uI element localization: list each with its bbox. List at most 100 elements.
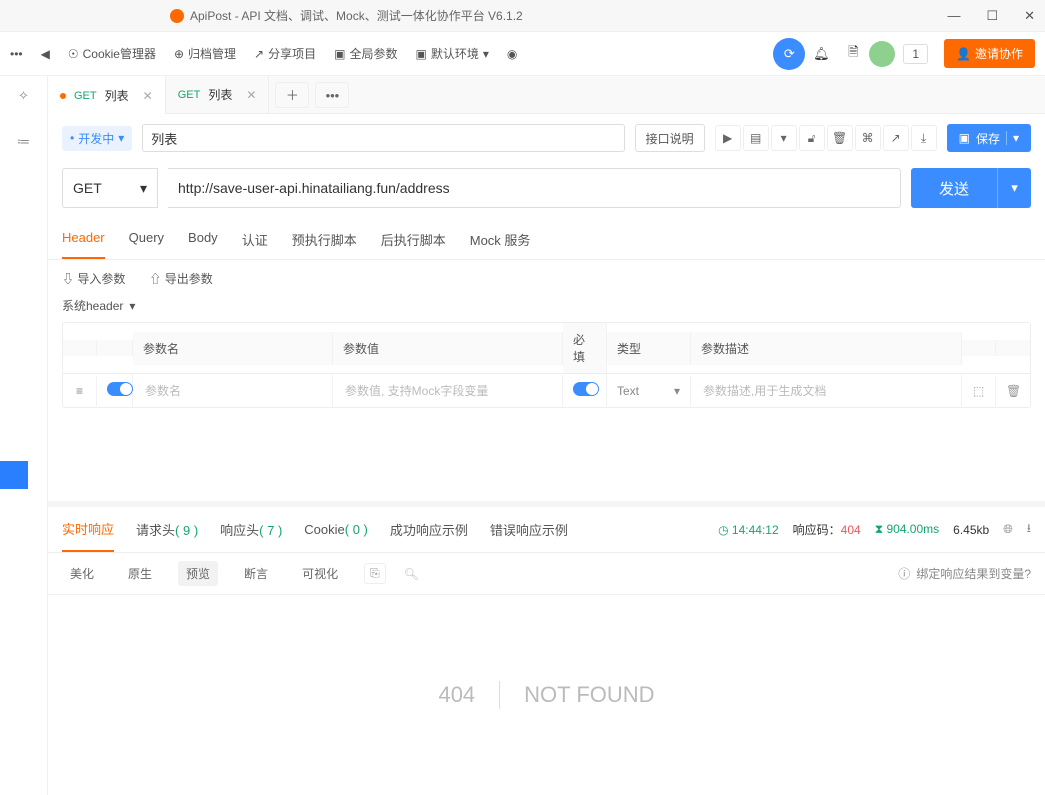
chevron-down-icon: ▾ [140, 180, 147, 197]
resptab-success[interactable]: 成功响应示例 [390, 508, 468, 551]
params-table: 参数名 参数值 必填 类型 参数描述 ≡ Text▾ ⬚ 🗑︎ [62, 322, 1031, 408]
view-raw[interactable]: 原生 [120, 561, 160, 586]
resptab-error[interactable]: 错误响应示例 [490, 508, 568, 551]
team-count-badge: 1 [903, 44, 928, 64]
resptab-realtime[interactable]: 实时响应 [62, 507, 114, 552]
view-assert[interactable]: 断言 [236, 561, 276, 586]
resptab-reqheaders[interactable]: 请求头( 9 ) [136, 508, 198, 551]
subtab-body[interactable]: Body [188, 220, 218, 259]
url-input[interactable] [168, 168, 901, 208]
request-name-input[interactable] [142, 124, 624, 152]
save-button[interactable]: ▣ 保存 ▾ [947, 124, 1031, 152]
param-tools: ⇩ 导入参数 ⇧ 导出参数 [48, 260, 1045, 297]
view-beautify[interactable]: 美化 [62, 561, 102, 586]
code-icon[interactable]: ⌘ [855, 125, 881, 151]
back-icon[interactable]: ◀ [41, 47, 50, 61]
drag-handle-icon[interactable]: ≡ [63, 376, 97, 406]
subtab-header[interactable]: Header [62, 220, 105, 259]
resp-code: 响应码：404 [793, 521, 861, 538]
lock-icon[interactable]: 🔓︎ [799, 125, 825, 151]
download-icon[interactable]: ⭳ [1027, 519, 1031, 540]
subtab-prescript[interactable]: 预执行脚本 [292, 220, 357, 259]
archive-button[interactable]: ⊕ 归档管理 [174, 45, 236, 62]
export-icon[interactable]: ↗ [883, 125, 909, 151]
export-params-button[interactable]: ⇧ 导出参数 [149, 270, 212, 287]
resptab-cookie[interactable]: Cookie( 0 ) [304, 510, 368, 549]
eye-icon[interactable]: ◉ [507, 47, 517, 61]
tab-close-icon[interactable]: ✕ [246, 88, 256, 102]
tab-active[interactable]: GET 列表 ✕ [48, 76, 166, 114]
subtab-auth[interactable]: 认证 [242, 220, 268, 259]
bind-variable-hint[interactable]: 绑定响应结果到变量? [916, 565, 1031, 582]
system-header-toggle[interactable]: 系统header ▾ [48, 297, 1045, 322]
preview-sep [499, 681, 500, 709]
bell-icon[interactable]: 🔔︎ [805, 38, 837, 70]
cookie-manager-button[interactable]: ☉ Cookie管理器 [68, 45, 156, 62]
tab-label: 列表 [105, 87, 129, 104]
help-icon: ⓘ [898, 565, 910, 582]
delete-icon[interactable]: 🗑︎ [827, 125, 853, 151]
subtab-postscript[interactable]: 后执行脚本 [381, 220, 446, 259]
clock-icon: ◷ 14:44:12 [718, 523, 779, 537]
window-maximize-icon[interactable]: ☐ [986, 8, 998, 24]
param-value-input[interactable] [343, 383, 552, 399]
response-meta: ◷ 14:44:12 响应码：404 ⧗ 904.00ms 6.45kb 🌐︎ … [718, 519, 1031, 540]
sync-icon[interactable]: ⟳ [773, 38, 805, 70]
view-tabs: 美化 原生 预览 断言 可视化 ⎘ 🔍︎ ⓘ 绑定响应结果到变量? [48, 553, 1045, 595]
dirty-indicator [60, 93, 66, 99]
search-icon[interactable]: 🔍︎ [404, 567, 419, 581]
env-select[interactable]: ▣ 默认环境 ▾ [415, 45, 488, 62]
window-controls: — ☐ ✕ [947, 8, 1035, 24]
globe-icon[interactable]: 🌐︎ [1003, 522, 1013, 537]
cube-icon[interactable]: ⬚ [962, 376, 996, 406]
response-preview: 404 NOT FOUND [48, 595, 1045, 795]
delete-row-icon[interactable]: 🗑︎ [996, 376, 1030, 406]
required-toggle[interactable] [573, 382, 599, 396]
dropdown-icon[interactable]: ▾ [771, 125, 797, 151]
col-type: 类型 [607, 332, 691, 365]
response-tabs: 实时响应 请求头( 9 ) 响应头( 7 ) Cookie( 0 ) 成功响应示… [48, 507, 1045, 553]
more-icon[interactable]: ••• [10, 47, 23, 61]
param-name-input[interactable] [143, 383, 322, 399]
doc-icon[interactable]: ▤ [743, 125, 769, 151]
import-params-button[interactable]: ⇩ 导入参数 [62, 270, 125, 287]
send-button[interactable]: 发送 ▾ [911, 168, 1031, 208]
subtab-query[interactable]: Query [129, 220, 164, 259]
tab-add-button[interactable]: ＋ [275, 82, 309, 108]
col-name: 参数名 [133, 332, 333, 365]
resp-duration: ⧗ 904.00ms [875, 522, 939, 537]
sidebar-compass-icon[interactable]: ✧ [18, 88, 29, 104]
sidebar-list-icon[interactable]: ≔ [17, 134, 30, 150]
tab-more-button[interactable]: ••• [315, 82, 349, 108]
dev-status-chip[interactable]: • 开发中 ▾ [62, 126, 132, 151]
sidebar-active-indicator [0, 461, 28, 489]
param-row: ≡ Text▾ ⬚ 🗑︎ [63, 374, 1030, 407]
app-title: ApiPost - API 文档、调试、Mock、测试一体化协作平台 V6.1.… [190, 7, 523, 24]
param-desc-input[interactable] [701, 383, 951, 399]
copy-icon[interactable]: ⎘ [364, 563, 386, 584]
view-preview[interactable]: 预览 [178, 561, 218, 586]
app-logo [170, 9, 184, 23]
api-desc-button[interactable]: 接口说明 [635, 124, 705, 152]
avatar[interactable] [869, 41, 895, 67]
share-button[interactable]: ↗ 分享项目 [254, 45, 316, 62]
subtab-mock[interactable]: Mock 服务 [470, 220, 531, 259]
titlebar: ApiPost - API 文档、调试、Mock、测试一体化协作平台 V6.1.… [0, 0, 1045, 32]
send-dropdown-icon[interactable]: ▾ [997, 168, 1031, 208]
method-select[interactable]: GET ▾ [62, 168, 158, 208]
param-type-select[interactable]: Text▾ [607, 376, 691, 406]
tab-item[interactable]: GET 列表 ✕ [166, 76, 270, 114]
enable-toggle[interactable] [107, 382, 133, 396]
window-minimize-icon[interactable]: — [947, 8, 960, 24]
notes-icon[interactable]: 🗎 [837, 38, 869, 70]
url-row: GET ▾ 发送 ▾ [48, 162, 1045, 220]
run-icon[interactable]: ▶ [715, 125, 741, 151]
save-as-icon[interactable]: ⤓ [911, 125, 937, 151]
view-visual[interactable]: 可视化 [294, 561, 346, 586]
window-close-icon[interactable]: ✕ [1024, 8, 1035, 24]
invite-button[interactable]: 👤 邀请协作 [944, 39, 1035, 68]
tab-method: GET [74, 90, 97, 102]
globals-button[interactable]: ▣ 全局参数 [334, 45, 397, 62]
resptab-respheaders[interactable]: 响应头( 7 ) [220, 508, 282, 551]
tab-close-icon[interactable]: ✕ [143, 89, 153, 103]
